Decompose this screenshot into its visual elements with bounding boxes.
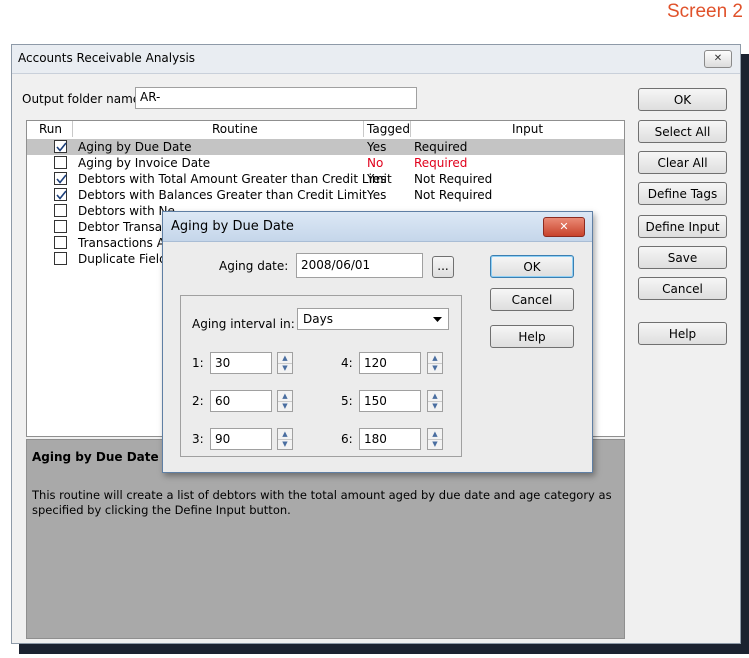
routine-cell: Debtors with Ne [78,204,175,218]
run-checkbox[interactable] [54,188,67,201]
interval-input[interactable]: 60 [210,390,272,412]
interval-group: Aging interval in: Days 1: 30 ▲ ▼ 2: 60 ▲ ▼ 3: 90… [180,295,462,457]
interval-number-label: 1: [192,356,204,370]
screen-label: Screen 2 [666,1,743,22]
run-checkbox[interactable] [54,252,67,265]
run-checkbox[interactable] [54,140,67,153]
interval-spinner[interactable]: ▲ ▼ [427,352,443,374]
interval-spinner[interactable]: ▲ ▼ [427,390,443,412]
header-routine[interactable]: Routine [212,122,258,136]
checkmark-icon [56,142,67,152]
ok-button[interactable]: OK [638,88,727,111]
aging-date-label: Aging date: [219,259,289,273]
header-tagged[interactable]: Tagged [367,122,410,136]
dialog-cancel-button[interactable]: Cancel [490,288,574,311]
interval-select-value: Days [303,312,333,326]
routine-cell: Debtor Transact [78,220,174,234]
clear-all-button[interactable]: Clear All [638,151,727,174]
description-text: This routine will create a list of debto… [32,488,612,517]
run-checkbox[interactable] [54,220,67,233]
list-header: Run Routine Tagged Input [27,121,624,137]
interval-select[interactable]: Days [297,308,449,330]
table-row[interactable]: Aging by Invoice Date No Required [27,155,624,171]
dialog-close-button[interactable]: ✕ [543,217,585,237]
input-cell: Not Required [414,188,493,202]
interval-number-label: 6: [341,432,353,446]
header-run[interactable]: Run [39,122,62,136]
aging-dialog: Aging by Due Date ✕ Aging date: 2008/06/… [162,211,593,473]
spin-down-icon[interactable]: ▼ [428,439,442,449]
table-row[interactable]: Aging by Due Date Yes Required [27,139,624,155]
spin-down-icon[interactable]: ▼ [278,363,292,373]
window-title: Accounts Receivable Analysis [18,51,196,65]
interval-spinner[interactable]: ▲ ▼ [277,428,293,450]
close-button[interactable]: ✕ [704,50,732,68]
interval-input[interactable]: 90 [210,428,272,450]
dialog-help-button[interactable]: Help [490,325,574,348]
routine-cell: Debtors with Balances Greater than Credi… [78,188,367,202]
title-bar: Accounts Receivable Analysis ✕ [12,45,740,74]
output-folder-input[interactable]: AR- [135,87,417,109]
input-cell: Required [414,140,468,154]
run-checkbox[interactable] [54,236,67,249]
tagged-cell: Yes [367,140,387,154]
table-row[interactable]: Debtors with Balances Greater than Credi… [27,187,624,203]
run-checkbox[interactable] [54,172,67,185]
browse-button[interactable]: ... [432,256,454,278]
cancel-button[interactable]: Cancel [638,277,727,300]
run-checkbox[interactable] [54,204,67,217]
chevron-down-icon [433,317,442,322]
interval-input[interactable]: 120 [359,352,421,374]
interval-number-label: 4: [341,356,353,370]
interval-input[interactable]: 150 [359,390,421,412]
interval-number-label: 5: [341,394,353,408]
tagged-cell: Yes [367,172,387,186]
spin-down-icon[interactable]: ▼ [428,401,442,411]
spin-down-icon[interactable]: ▼ [278,439,292,449]
define-tags-button[interactable]: Define Tags [638,182,727,205]
define-input-button[interactable]: Define Input [638,215,727,238]
tagged-cell: Yes [367,188,387,202]
interval-input[interactable]: 30 [210,352,272,374]
interval-number-label: 3: [192,432,204,446]
interval-label: Aging interval in: [192,317,295,331]
spin-down-icon[interactable]: ▼ [278,401,292,411]
output-folder-label: Output folder name: [22,92,145,106]
save-button[interactable]: Save [638,246,727,269]
header-input[interactable]: Input [512,122,543,136]
tagged-cell: No [367,156,384,170]
interval-spinner[interactable]: ▲ ▼ [277,352,293,374]
routine-cell: Debtors with Total Amount Greater than C… [78,172,392,186]
interval-number-label: 2: [192,394,204,408]
dialog-title: Aging by Due Date [171,219,294,234]
checkmark-icon [56,190,67,200]
routine-cell: Transactions Ar [78,236,170,250]
interval-spinner[interactable]: ▲ ▼ [277,390,293,412]
interval-spinner[interactable]: ▲ ▼ [427,428,443,450]
input-cell: Not Required [414,172,493,186]
aging-date-input[interactable]: 2008/06/01 [296,253,423,278]
run-checkbox[interactable] [54,156,67,169]
select-all-button[interactable]: Select All [638,120,727,143]
dialog-title-bar: Aging by Due Date ✕ [163,212,592,242]
dialog-ok-button[interactable]: OK [490,255,574,278]
table-row[interactable]: Debtors with Total Amount Greater than C… [27,171,624,187]
checkmark-icon [56,174,67,184]
input-cell: Required [414,156,468,170]
help-button[interactable]: Help [638,322,727,345]
routine-cell: Aging by Invoice Date [78,156,211,170]
interval-input[interactable]: 180 [359,428,421,450]
spin-down-icon[interactable]: ▼ [428,363,442,373]
routine-cell: Aging by Due Date [78,140,192,154]
description-title: Aging by Due Date [32,450,159,464]
